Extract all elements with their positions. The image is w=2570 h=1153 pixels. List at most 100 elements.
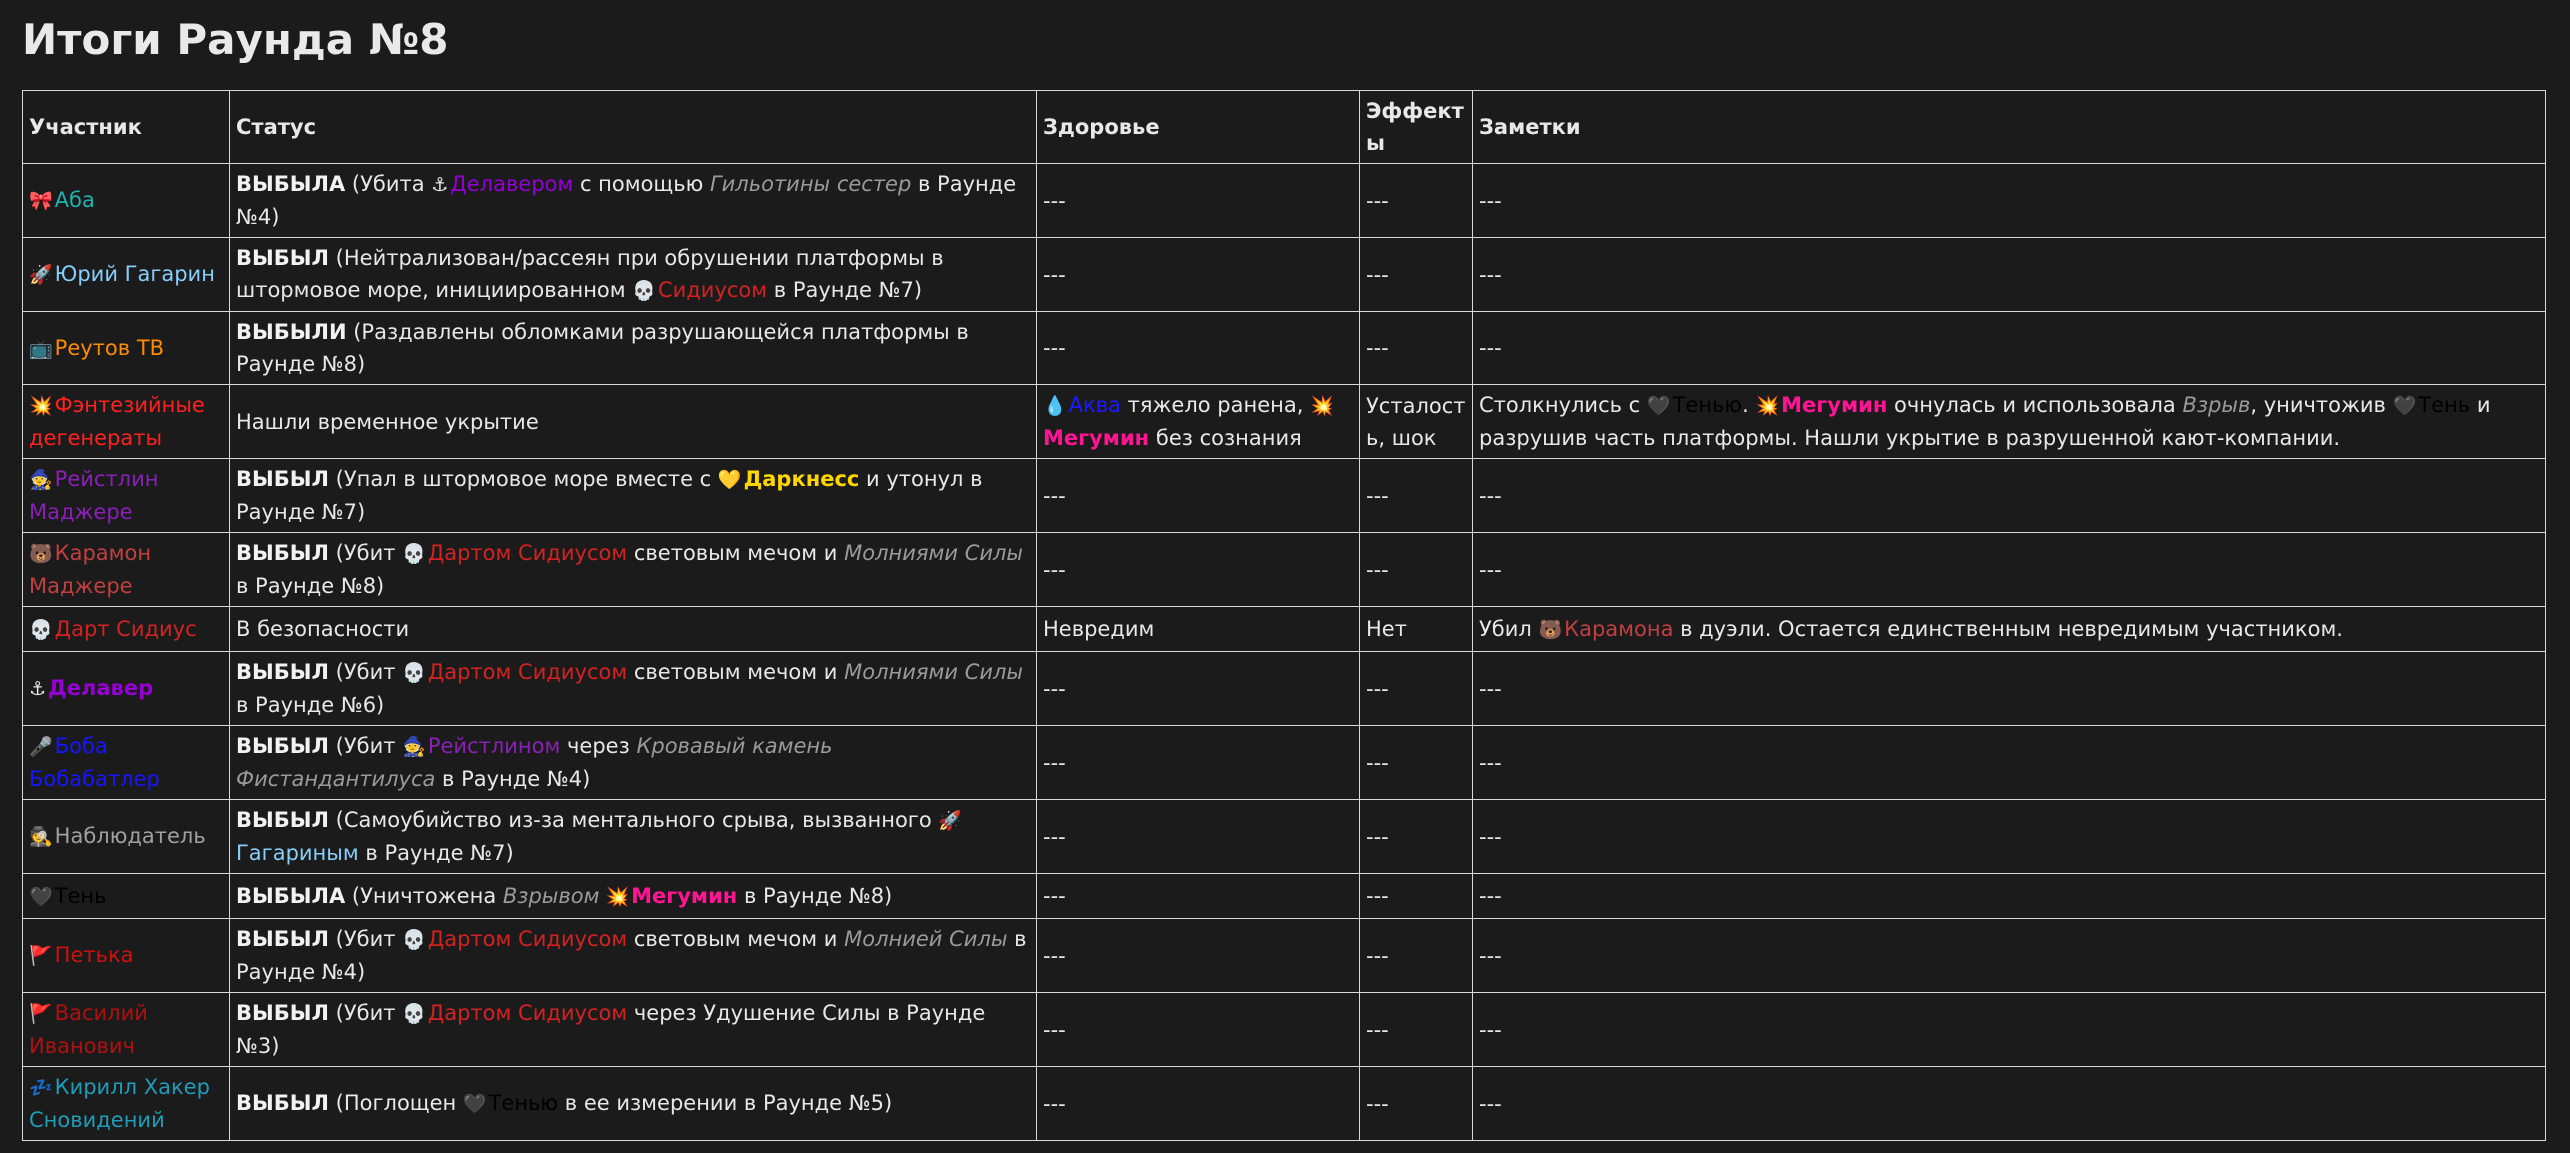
participant-cell: 💀Дарт Сидиус [22, 606, 230, 652]
droplet-icon: 💧 [1043, 395, 1067, 417]
page-title: Итоги Раунда №8 [22, 15, 449, 64]
tv-icon: 📺 [29, 337, 53, 360]
effects-cell: --- [1359, 918, 1473, 993]
effects-cell: --- [1359, 725, 1473, 800]
status-text: (Уничтожена [345, 883, 503, 908]
participant-name: Юрий Гагарин [54, 262, 215, 286]
round-results-table: Участник Статус Здоровье Эффекты Заметки… [22, 90, 2546, 1141]
explosion-icon: 💥 [29, 395, 53, 417]
sleep-icon: 💤 [29, 1077, 53, 1099]
participant-cell: 🐻Карамон Маджере [22, 532, 230, 607]
ability-name: Молниями Силы [844, 541, 1024, 565]
status-cell: ВЫБЫЛ (Убит 💀Дартом Сидиусом световым ме… [229, 651, 1037, 726]
rocket-icon: 🚀 [29, 264, 53, 286]
ability-name: Молниями Силы [844, 660, 1024, 684]
notes-cell: --- [1472, 651, 2546, 726]
status-text: в Раунде №7) [767, 278, 923, 302]
status-label: ВЫБЫЛА [236, 172, 346, 196]
skull-icon: 💀 [632, 280, 656, 302]
health-cell: 💧Аква тяжело ранена, 💥 Мегумин без сознан… [1036, 384, 1360, 459]
status-label: ВЫБЫЛ [236, 541, 329, 565]
health-cell: --- [1036, 237, 1360, 312]
participant-name: Делавер [48, 676, 154, 700]
black-heart-icon: 🖤 [29, 885, 53, 908]
page: Итоги Раунда №8 Участник Статус Здоровье… [0, 0, 2570, 1153]
participant-mention: Карамона [1564, 616, 1674, 641]
status-label: ВЫБЫЛА [236, 883, 346, 908]
participant-mention: Мегумин [1781, 393, 1888, 417]
participant-mention: Рейстлином [427, 734, 561, 758]
status-text: Нашли временное укрытие [236, 409, 539, 434]
participant-cell: 🎤Боба Бобабатлер [22, 725, 230, 800]
health-cell: --- [1036, 725, 1360, 800]
participant-cell: ⚓Делавер [22, 651, 230, 726]
effects-cell: --- [1359, 532, 1473, 607]
status-label: ВЫБЫЛ [236, 1091, 329, 1115]
status-text: в Раунде №7) [358, 841, 514, 865]
notes-cell: --- [1472, 799, 2546, 874]
status-text: (Убит [328, 927, 403, 951]
status-text: (Убит [328, 541, 403, 565]
column-header-health: Здоровье [1036, 90, 1360, 164]
status-label: ВЫБЫЛ [236, 246, 329, 270]
status-label: ВЫБЫЛ [236, 734, 329, 758]
health-cell: --- [1036, 532, 1360, 607]
table-row: 🎤Боба Бобабатлер ВЫБЫЛ (Убит 🧙Рейстлином… [22, 725, 2546, 800]
effects-cell: --- [1359, 458, 1473, 533]
participant-mention: Тень [2418, 393, 2471, 417]
yellow-heart-icon: 💛 [717, 469, 742, 491]
table-header-row: Участник Статус Здоровье Эффекты Заметки [22, 90, 2546, 164]
table-row: 🐻Карамон Маджере ВЫБЫЛ (Убит 💀Дартом Сид… [22, 532, 2546, 607]
participant-mention: Сидиусом [657, 278, 768, 302]
status-label: ВЫБЫЛ [236, 808, 329, 832]
column-header-status: Статус [229, 90, 1037, 164]
health-text: тяжело ранена, [1120, 393, 1311, 417]
table-row: ⚓Делавер ВЫБЫЛ (Убит 💀Дартом Сидиусом св… [22, 651, 2546, 726]
participant-mention: Аква [1068, 393, 1121, 417]
status-text: в ее измерении в Раунде №5) [558, 1091, 893, 1115]
participant-cell: 🚩Петька [22, 918, 230, 993]
status-cell: ВЫБЫЛИ (Раздавлены обломками разрушающей… [229, 311, 1037, 385]
ability-name: Гильотины сестер [709, 172, 912, 196]
skull-icon: 💀 [29, 618, 53, 641]
explosion-icon: 💥 [605, 885, 630, 908]
explosion-icon: 💥 [1755, 395, 1780, 417]
table-row: 💤Кирилл Хакер Сновидений ВЫБЫЛ (Поглощен… [22, 1066, 2546, 1141]
table-row: 🚀Юрий Гагарин ВЫБЫЛ (Нейтрализован/рассе… [22, 237, 2546, 312]
wizard-icon: 🧙 [402, 736, 426, 758]
participant-cell: 🚀Юрий Гагарин [22, 237, 230, 312]
status-text: в Раунде №4) [435, 767, 591, 791]
participant-name: Наблюдатель [54, 824, 206, 848]
participant-mention: Дартом Сидиусом [427, 1001, 628, 1025]
participant-mention: Мегумин [1043, 426, 1150, 450]
table-row: 📺Реутов ТВ ВЫБЫЛИ (Раздавлены обломками … [22, 311, 2546, 385]
wizard-icon: 🧙 [29, 469, 53, 491]
health-cell: --- [1036, 918, 1360, 993]
skull-icon: 💀 [402, 929, 426, 951]
notes-cell: --- [1472, 725, 2546, 800]
participant-cell: 🧙Рейстлин Маджере [22, 458, 230, 533]
participant-name: Тень [54, 883, 107, 908]
notes-cell: Убил 🐻Карамона в дуэли. Остается единств… [1472, 606, 2546, 652]
skull-icon: 💀 [402, 1003, 426, 1025]
participant-mention: Дартом Сидиусом [427, 927, 628, 951]
status-label: ВЫБЫЛ [236, 1001, 329, 1025]
status-cell: ВЫБЫЛ (Убит 💀Дартом Сидиусом световым ме… [229, 918, 1037, 993]
effects-cell: --- [1359, 651, 1473, 726]
participant-mention: Гагариным [236, 841, 359, 865]
health-cell: --- [1036, 651, 1360, 726]
notes-cell: --- [1472, 992, 2546, 1067]
flag-icon: 🚩 [29, 945, 53, 967]
status-text: (Убит [328, 1001, 403, 1025]
participant-cell: 🎀Аба [22, 163, 230, 238]
status-cell: ВЫБЫЛА (Уничтожена Взрывом 💥Мегумин в Рау… [229, 873, 1037, 919]
status-text: через [560, 734, 637, 758]
status-text: в Раунде №6) [236, 693, 385, 717]
detective-icon: 🕵 [29, 826, 53, 848]
notes-text: очнулась и использовала [1887, 393, 2183, 417]
microphone-icon: 🎤 [29, 736, 53, 758]
effects-cell: --- [1359, 237, 1473, 312]
anchor-icon: ⚓ [431, 174, 449, 196]
anchor-icon: ⚓ [29, 678, 47, 700]
effects-cell: --- [1359, 992, 1473, 1067]
